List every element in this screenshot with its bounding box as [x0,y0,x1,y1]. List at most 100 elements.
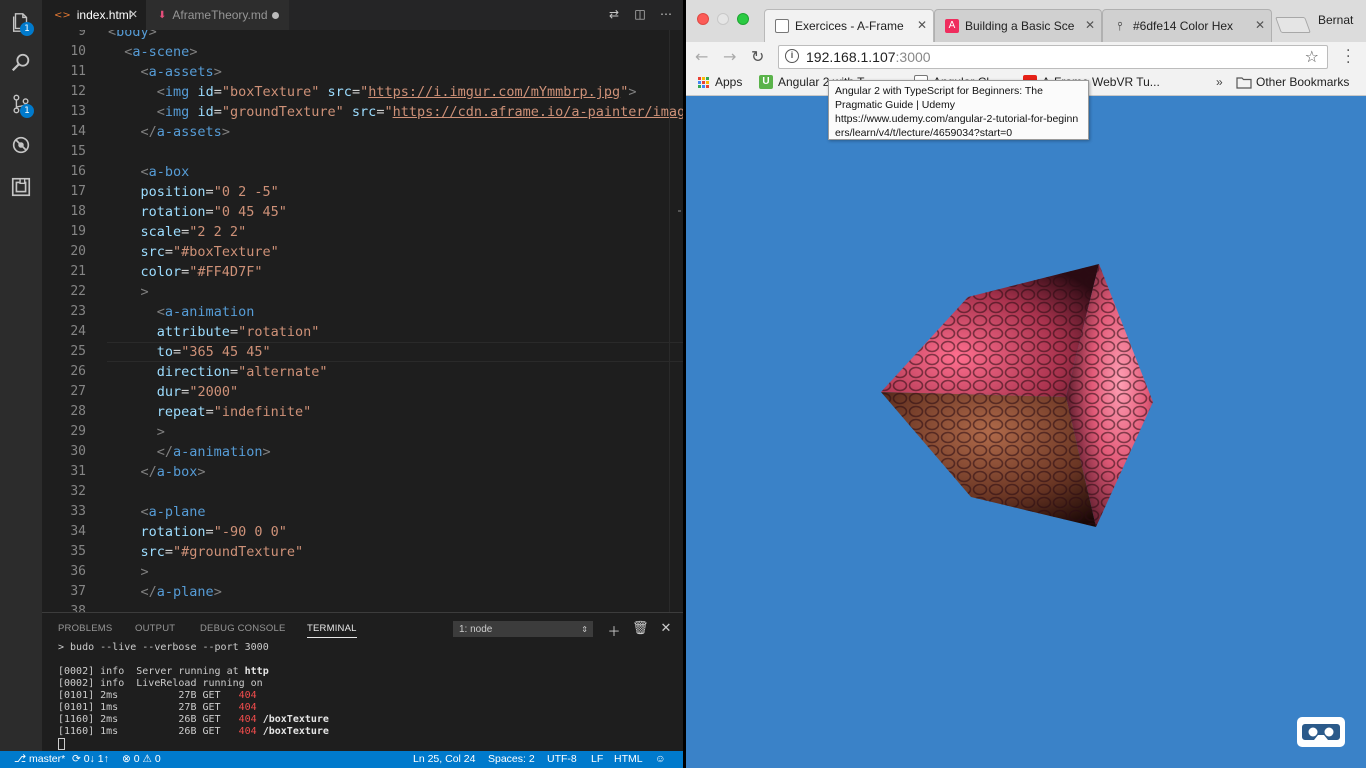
new-tab-button[interactable] [1275,17,1311,33]
debug-button[interactable] [0,125,42,165]
source-control-badge: 1 [20,104,34,118]
code-line: <a-box [140,164,190,180]
code-line: <body> [108,30,157,40]
code-editor[interactable]: 9 10 11 12 13 14 15 16 17 18 19 20 21 22 23 24 25 26 27 28 2… [42,30,683,612]
browser-tab-exercices[interactable]: Exercices - A-Frame ✕ [764,9,934,42]
code-line: > [156,424,165,440]
search-button[interactable] [0,43,42,83]
minimize-window-button[interactable] [717,13,729,25]
code-line: to="365 45 45" [156,344,271,360]
browser-tab-strip: Exercices - A-Frame ✕ A Building a Basic… [686,0,1366,42]
profile-name[interactable]: Bernat [1318,13,1353,27]
html-file-icon: <> [54,9,71,21]
enter-vr-button[interactable] [1297,717,1345,747]
explorer-badge: 1 [20,22,34,36]
line-number: 21 [70,264,86,279]
close-icon[interactable]: ✕ [1255,18,1265,32]
line-number: 20 [70,244,86,259]
language-mode[interactable]: HTML [614,753,643,765]
other-bookmarks-folder[interactable]: Other Bookmarks [1236,75,1349,89]
extensions-button[interactable] [0,167,42,207]
back-arrow-icon[interactable]: ← [695,47,708,66]
close-icon[interactable]: ✕ [917,18,927,32]
line-number: 32 [70,484,86,499]
explorer-button[interactable]: 1 [0,2,42,42]
line-ending[interactable]: LF [591,753,603,765]
unsaved-dot-icon[interactable] [272,12,279,19]
info-icon[interactable]: i [785,49,799,63]
bookmarks-overflow-button[interactable]: » [1216,75,1223,89]
close-panel-icon[interactable]: ✕ [659,621,673,636]
close-icon[interactable]: ✕ [129,8,138,21]
code-line: attribute="rotation" [156,324,320,340]
chrome-window: Exercices - A-Frame ✕ A Building a Basic… [686,0,1366,768]
zoom-window-button[interactable] [737,13,749,25]
code-line: <a-plane [140,504,206,520]
feedback-smiley-icon[interactable]: ☺ [655,753,666,765]
aframe-scene-canvas[interactable] [686,97,1366,768]
terminal-command: > budo --live --verbose --port 3000 [58,642,269,653]
line-number: 19 [70,224,86,239]
encoding[interactable]: UTF-8 [547,753,577,765]
apps-icon [698,76,709,88]
terminal-line: [0101] 2ms 27B GET 404 [58,690,257,701]
line-number: 29 [70,424,86,439]
url-port: :3000 [895,49,931,65]
browser-tab-color-hex[interactable]: ⫯ #6dfe14 Color Hex ✕ [1102,9,1272,42]
close-window-button[interactable] [697,13,709,25]
tab-aframetheory-md[interactable]: ⬇ AframeTheory.md [146,0,289,30]
tab-index-html[interactable]: <> index.html ✕ [42,0,146,30]
tab-terminal[interactable]: TERMINAL [307,623,357,638]
browser-tab-label: Exercices - A-Frame [795,19,904,33]
terminal-line: [1160] 2ms 26B GET 404 /boxTexture [58,714,329,725]
kebab-menu-icon[interactable]: · · · [1346,44,1350,70]
rotating-box [881,264,1153,527]
aframe-favicon-icon: A [945,19,959,33]
tab-output[interactable]: OUTPUT [135,623,175,634]
more-actions-icon[interactable]: ⋯ [658,7,674,23]
branch-indicator[interactable]: ⎇ master* [14,753,65,765]
line-number: 22 [70,284,86,299]
line-number: 33 [70,504,86,519]
browser-tab-building-scene[interactable]: A Building a Basic Sce ✕ [934,9,1102,42]
tab-debug-console[interactable]: DEBUG CONSOLE [200,623,285,634]
debug-icon [12,136,30,154]
open-changes-icon[interactable]: ⇄ [606,7,622,23]
browser-toolbar: ← → ↻ i 192.168.1.107:3000 ☆ · · · [686,42,1366,72]
address-bar[interactable]: i 192.168.1.107:3000 ☆ [778,45,1328,69]
cursor-position[interactable]: Ln 25, Col 24 [413,753,475,765]
close-icon[interactable]: ✕ [1085,18,1095,32]
box-front-face [881,392,1096,527]
url-text: 192.168.1.107:3000 [806,49,931,65]
activity-bar: 1 1 [0,0,42,751]
line-number: 11 [70,64,86,79]
problems-indicator[interactable]: ⊗ 0 ⚠ 0 [122,753,161,765]
vscode-window: 1 1 <> index.html ✕ ⬇ AframeTheory.md ⇄ … [0,0,683,768]
source-control-button[interactable]: 1 [0,84,42,124]
sync-indicator[interactable]: ⟳ 0↓ 1↑ [72,753,109,765]
code-line: rotation="0 45 45" [140,204,287,220]
indentation[interactable]: Spaces: 2 [488,753,535,765]
browser-tab-label: #6dfe14 Color Hex [1133,19,1234,33]
tooltip-url: https://www.udemy.com/angular-2-tutorial… [835,113,1079,139]
code-line: <img id="groundTexture" src="https://cdn… [156,104,683,120]
split-editor-icon[interactable]: ◫ [632,7,648,23]
line-number: 17 [70,184,86,199]
line-number: 30 [70,444,86,459]
new-terminal-icon[interactable]: ＋ [607,621,621,640]
editor-scrollbar[interactable] [669,30,683,612]
terminal-select[interactable]: 1: node ⇕ [453,621,593,637]
forward-arrow-icon[interactable]: → [723,47,736,66]
bookmark-label: Apps [715,75,743,89]
code-line: > [140,284,149,300]
trash-icon[interactable]: 🗑 [632,621,649,636]
star-icon[interactable]: ☆ [1305,47,1319,66]
line-number: 28 [70,404,86,419]
bookmark-apps[interactable]: Apps [698,75,742,89]
tab-label: AframeTheory.md [172,8,268,22]
folder-icon [1236,76,1252,89]
warnings-count: 0 [154,753,161,765]
terminal-line: [0101] 1ms 27B GET 404 [58,702,257,713]
reload-icon[interactable]: ↻ [751,47,764,66]
tab-problems[interactable]: PROBLEMS [58,623,112,634]
